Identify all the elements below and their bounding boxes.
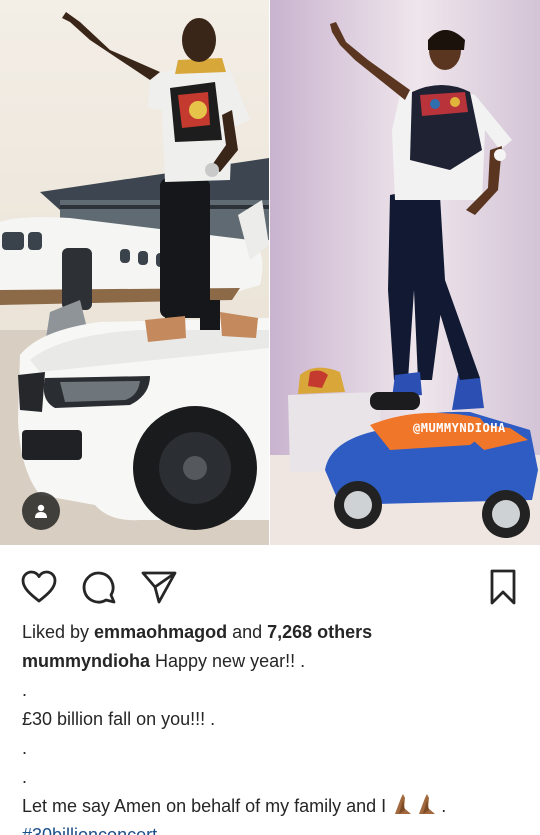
man-on-suv-photo [0,0,269,545]
liker-username-link[interactable]: emmaohmagod [94,622,227,642]
post-photo-right [270,0,540,545]
caption-dot-2: . [22,738,28,758]
person-icon [35,504,47,518]
caption-line-2: £30 billion fall on you!!! . [22,709,216,729]
caption-dot-1: . [22,680,28,700]
caption-first-line: mummyndioha Happy new year!! . [22,647,522,676]
post-image[interactable]: @MUMMYNDIOHA [0,0,540,545]
caption-line-3: Let me say Amen on behalf of my family a… [22,792,522,821]
watermark: @MUMMYNDIOHA [413,421,506,435]
post-caption: Liked by emmaohmagod and 7,268 others mu… [22,618,522,835]
likes-prefix: Liked by [22,622,95,642]
caption-line-3-text: Let me say Amen on behalf of my family a… [22,796,387,816]
praying-hands-icon [395,794,436,814]
hashtag-link[interactable]: #30billionconcert [22,825,157,835]
author-username-link[interactable]: mummyndioha [22,651,150,671]
woman-on-toy-car-photo [270,0,540,545]
action-bar [0,560,540,610]
heart-icon[interactable] [20,568,58,606]
caption-text: Happy new year!! . [150,651,306,671]
hashtag-line: #30billionconcert [22,821,522,835]
post-photo-left [0,0,269,545]
bookmark-icon[interactable] [484,568,522,606]
comment-icon[interactable] [80,568,118,606]
likes-line: Liked by emmaohmagod and 7,268 others [22,618,522,647]
caption-dot-3: . [22,767,28,787]
paper-plane-icon[interactable] [140,568,178,606]
likes-middle: and [227,622,268,642]
likes-count-link[interactable]: 7,268 others [267,622,372,642]
tagged-users-button[interactable] [22,492,60,530]
caption-line-3-end: . [441,796,447,816]
